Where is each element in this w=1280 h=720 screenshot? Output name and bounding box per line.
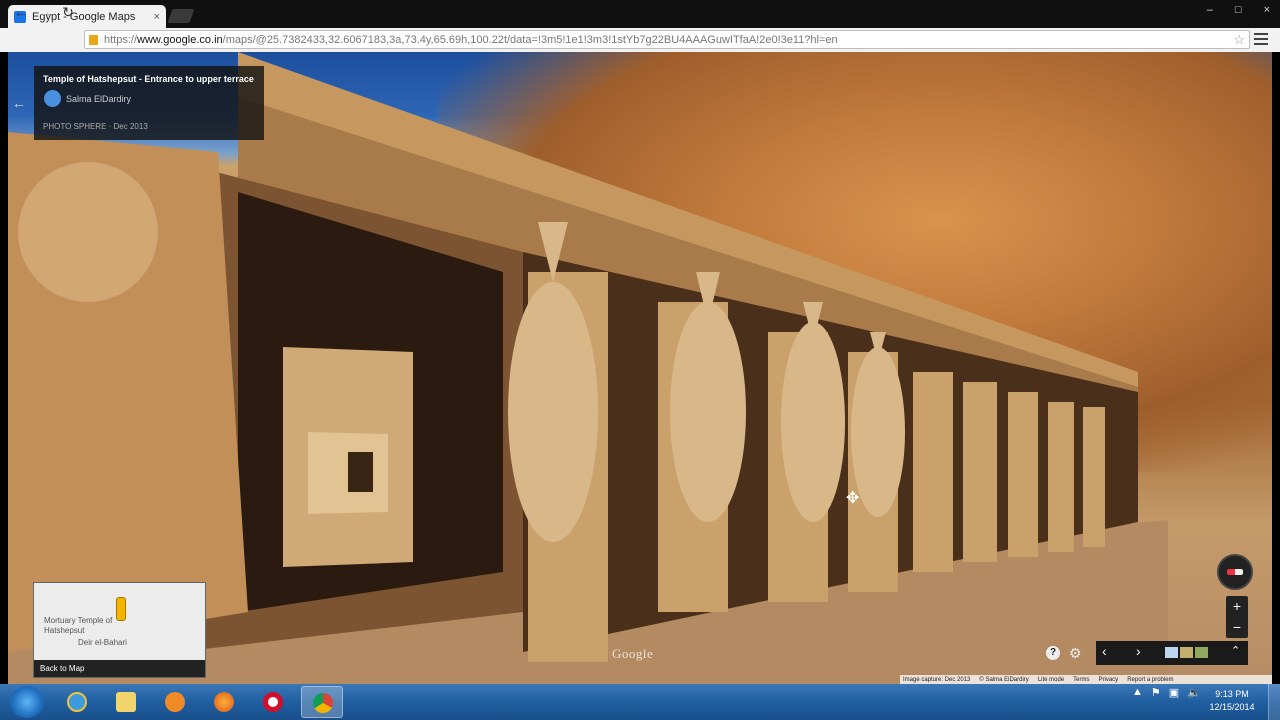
zoom-control: + − (1226, 596, 1248, 638)
image-capture-date: Image capture: Dec 2013 (903, 676, 971, 683)
gear-icon[interactable]: ⚙ (1069, 645, 1082, 662)
clock[interactable]: 9:13 PM 12/15/2014 (1204, 688, 1260, 714)
filmstrip-next-icon[interactable]: › (1136, 643, 1141, 659)
maximize-button[interactable]: □ (1235, 4, 1242, 16)
mini-map[interactable]: Mortuary Temple of Hatshepsut Deir el-Ba… (33, 582, 206, 678)
flag-icon[interactable]: ⚑ (1151, 686, 1161, 699)
browser-tab[interactable]: Egypt - Google Maps × (8, 5, 166, 28)
filmstrip-thumbnails[interactable] (1165, 647, 1208, 658)
author-avatar[interactable] (44, 90, 61, 107)
ie-icon[interactable] (56, 686, 98, 718)
zoom-in-button[interactable]: + (1226, 596, 1248, 617)
network-icon[interactable]: ▣ (1169, 686, 1179, 699)
media-player-icon[interactable] (154, 686, 196, 718)
attribution-bar: Image capture: Dec 2013 © Salma ElDardir… (900, 675, 1272, 684)
photo-copyright: © Salma ElDardiry (979, 676, 1029, 683)
tab-close-icon[interactable]: × (154, 11, 160, 23)
tray-arrow-icon[interactable]: ▲ (1132, 686, 1143, 699)
volume-icon[interactable]: 🔈 (1187, 686, 1201, 699)
help-icon[interactable]: ? (1046, 646, 1060, 660)
mini-map-area-label: Deir el-Bahari (78, 638, 127, 647)
privacy-link[interactable]: Privacy (1099, 677, 1119, 683)
back-button[interactable]: ← (12, 3, 30, 21)
window-controls: – □ × (1207, 4, 1270, 16)
clock-date: 12/15/2014 (1209, 702, 1255, 712)
report-problem-link[interactable]: Report a problem (1127, 677, 1173, 683)
opera-icon[interactable] (252, 686, 294, 718)
minimize-button[interactable]: – (1207, 4, 1213, 16)
panorama-title[interactable]: Temple of Hatshepsut - Entrance to upper… (43, 74, 254, 84)
start-button[interactable] (10, 686, 44, 718)
move-cursor-icon: ✥ (846, 490, 860, 507)
photo-meta: PHOTO SPHERE · Dec 2013 (43, 122, 148, 131)
google-logo: Google (612, 646, 654, 661)
bookmark-star-icon[interactable]: ☆ (1233, 32, 1245, 48)
forward-button[interactable]: → (36, 3, 54, 21)
pegman-icon (116, 597, 126, 621)
firefox-icon[interactable] (203, 686, 245, 718)
show-desktop-button[interactable] (1268, 684, 1280, 720)
url-text: https://www.google.co.in/maps/@25.738243… (104, 33, 838, 46)
chevron-up-icon[interactable]: ⌃ (1231, 644, 1240, 657)
terms-link[interactable]: Terms (1073, 677, 1089, 683)
lock-icon (89, 34, 98, 45)
filmstrip-prev-icon[interactable]: ‹ (1102, 643, 1107, 659)
explorer-icon[interactable] (105, 686, 147, 718)
chrome-icon[interactable] (301, 686, 343, 718)
author-name[interactable]: Salma ElDardiry (66, 94, 131, 104)
back-arrow-icon[interactable]: ← (12, 95, 26, 111)
zoom-out-button[interactable]: − (1226, 617, 1248, 638)
reload-button[interactable]: ↻ (59, 3, 77, 21)
close-window-button[interactable]: × (1264, 4, 1270, 16)
back-to-map-button[interactable]: Back to Map (34, 660, 205, 677)
compass-icon[interactable] (1217, 554, 1253, 590)
chrome-menu-icon[interactable] (1254, 31, 1268, 47)
clock-time: 9:13 PM (1215, 689, 1249, 699)
lite-mode-link[interactable]: Lite mode (1038, 677, 1064, 683)
address-bar[interactable]: https://www.google.co.in/maps/@25.738243… (84, 30, 1250, 49)
system-tray: ▲ ⚑ ▣ 🔈 (1132, 686, 1201, 699)
